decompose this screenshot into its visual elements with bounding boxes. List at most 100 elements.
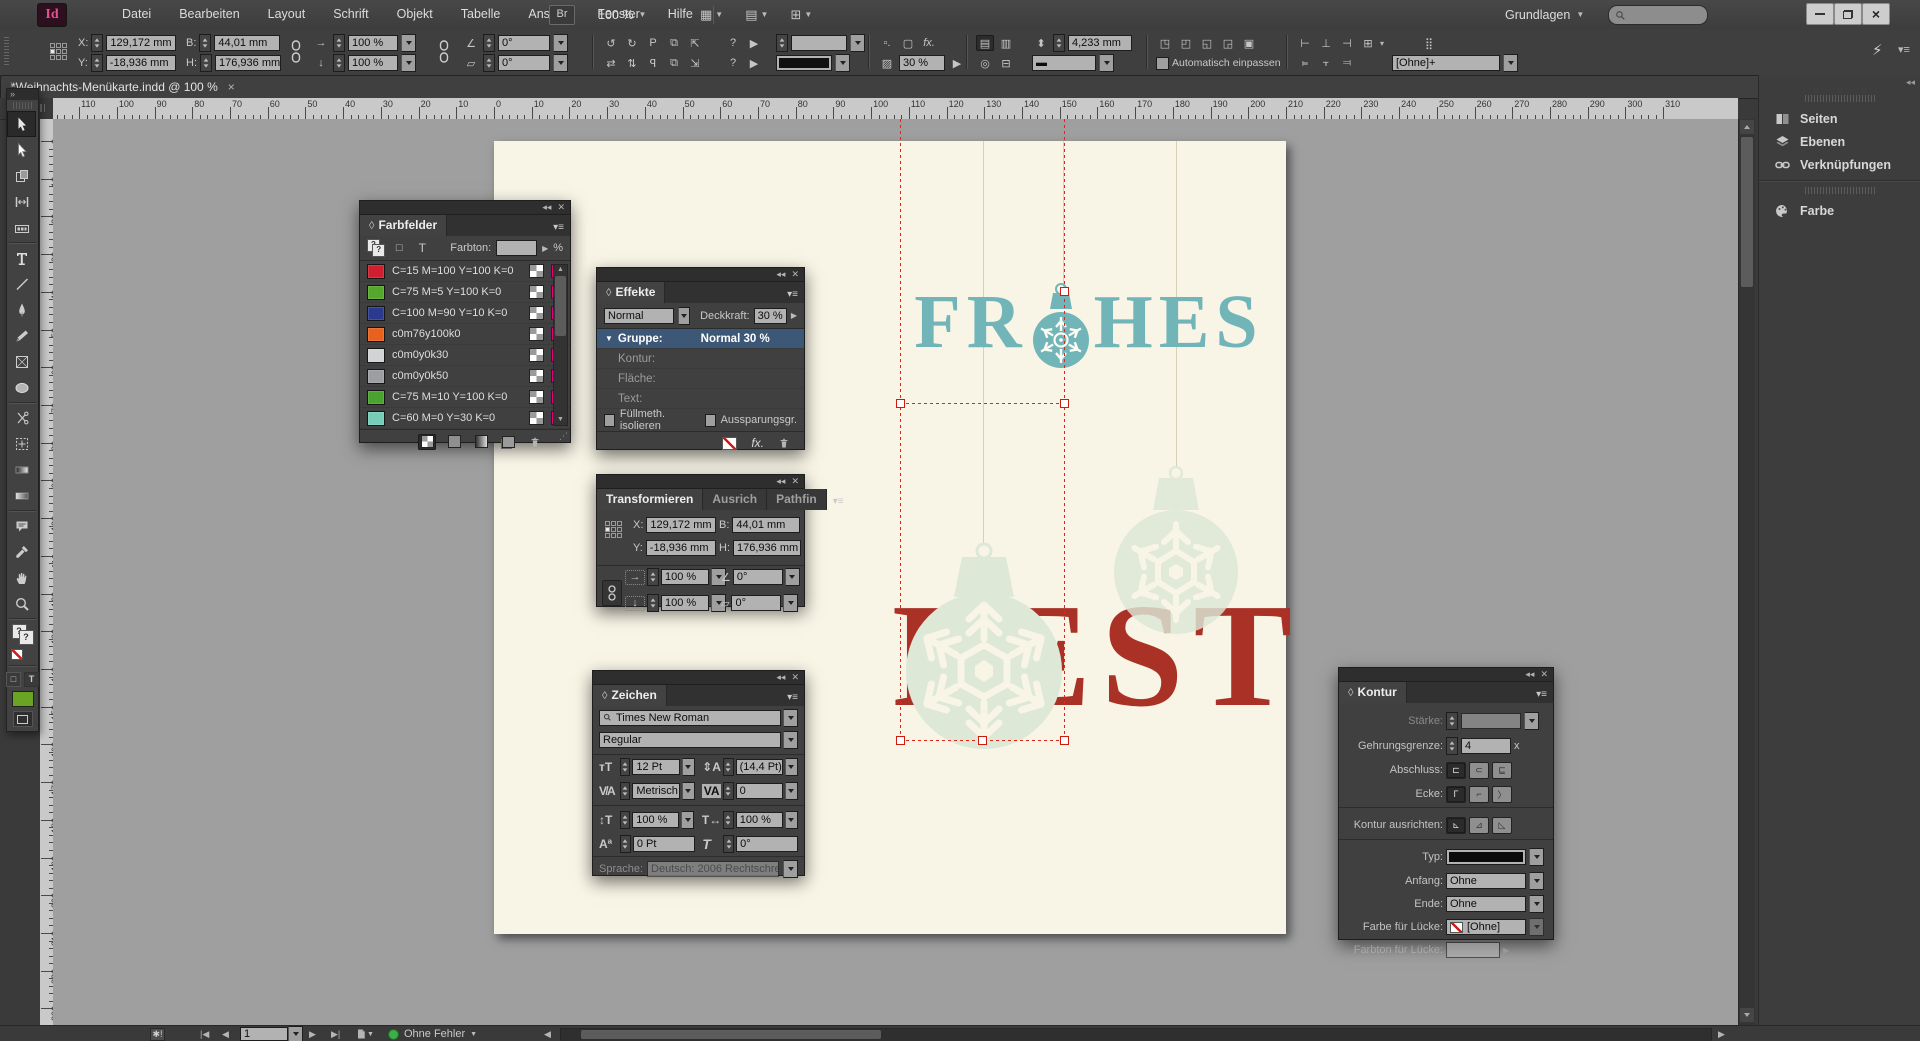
scale-x-spinner[interactable]	[333, 34, 345, 52]
affects-container-button[interactable]: □	[6, 672, 21, 687]
workspace-switcher[interactable]: Grundlagen ▼	[1505, 0, 1584, 29]
selection-handle[interactable]	[896, 736, 905, 745]
select-container-button[interactable]: P	[644, 35, 662, 51]
dock-item-verknüpfungen[interactable]: Verknüpfungen	[1759, 153, 1920, 176]
scroll-up-button[interactable]	[1740, 120, 1754, 134]
panel-menu-icon[interactable]: ▾≡	[1530, 686, 1553, 703]
selection-edge-middle[interactable]	[900, 403, 1064, 404]
next-page-button[interactable]: ▶	[305, 1026, 320, 1041]
gradient-feather-tool[interactable]	[7, 483, 36, 509]
effect-target-row[interactable]: ▼Gruppe:Normal 30 %	[597, 329, 804, 349]
type-tool[interactable]	[7, 245, 36, 271]
note-tool[interactable]	[7, 513, 36, 539]
scroll-down-icon[interactable]: ▼	[554, 415, 567, 425]
cap-round-button[interactable]: ⊂	[1469, 762, 1489, 779]
menu-datei[interactable]: Datei	[108, 0, 165, 29]
ornament-right[interactable]	[1101, 464, 1251, 644]
gap-tint-field[interactable]	[1446, 942, 1500, 958]
affects-text-button[interactable]: T	[24, 672, 39, 687]
headline-frohes[interactable]: FR HES	[892, 279, 1286, 384]
stroke-type-dropdown[interactable]	[776, 55, 832, 71]
page-tool[interactable]	[7, 163, 36, 189]
stroke-swatch[interactable]: ?	[19, 630, 34, 645]
effect-target-row[interactable]: Text:	[597, 389, 804, 409]
help-badge-1[interactable]: ?	[724, 35, 742, 51]
select-last-button[interactable]: ⇲	[686, 55, 704, 71]
hscale-spinner[interactable]	[723, 811, 734, 829]
tab-effekte[interactable]: ◊Effekte	[597, 282, 665, 303]
panel-menu-icon[interactable]: ▾≡	[827, 493, 850, 510]
swatch-row[interactable]: C=75 M=5 Y=100 K=0	[360, 282, 570, 303]
tab-farbfelder[interactable]: ◊Farbfelder	[360, 215, 447, 236]
fill-stroke-proxy-small[interactable]: ? ?	[367, 239, 385, 257]
width-field[interactable]: 44,01 mm	[214, 35, 280, 51]
swatch-row[interactable]: C=75 M=10 Y=100 K=0	[360, 387, 570, 408]
tab-pathfin[interactable]: Pathfin	[767, 489, 827, 510]
shear-field[interactable]: 0°	[498, 55, 550, 71]
kerning-field[interactable]: Metrisch	[632, 783, 679, 799]
tab-kontur[interactable]: ◊Kontur	[1339, 682, 1407, 703]
close-icon[interactable]: ✕	[1540, 669, 1548, 680]
link-scale-icon[interactable]	[438, 39, 450, 68]
align-button-2[interactable]: ⊥	[1317, 35, 1335, 51]
tint-icon[interactable]: ▨	[878, 55, 896, 71]
shear-icon[interactable]: ▱	[462, 55, 480, 71]
panel-menu-icon[interactable]: ▾≡	[781, 689, 804, 706]
shear-spinner[interactable]	[483, 54, 495, 72]
effects-fx-button[interactable]: fx.	[920, 35, 938, 51]
swatch-row[interactable]: C=15 M=100 Y=100 K=0	[360, 261, 570, 282]
stroke-weight-spinner[interactable]	[776, 34, 788, 52]
swatch-row[interactable]: c0m0y0k30	[360, 345, 570, 366]
minimize-button[interactable]	[1806, 3, 1834, 25]
frame-fitting-button-4[interactable]: ◲	[1219, 35, 1237, 51]
vertical-scrollbar[interactable]	[1738, 119, 1755, 1025]
gap-tint-slider[interactable]: ▶	[1503, 946, 1509, 955]
scale-y-icon[interactable]: ↓	[312, 55, 330, 71]
chevron-down-icon[interactable]	[783, 731, 798, 749]
font-style-field[interactable]: Regular	[599, 732, 781, 748]
rotation-icon[interactable]: ∠	[462, 35, 480, 51]
ellipse-tool[interactable]	[7, 375, 36, 401]
object-style-dropdown[interactable]: [Ohne]+	[1392, 55, 1500, 71]
y-field[interactable]: -18,936 mm	[106, 55, 176, 71]
skew-field[interactable]: 0°	[736, 836, 798, 852]
swatch-row[interactable]: C=60 M=0 Y=30 K=0	[360, 408, 570, 429]
swatch-scrollbar[interactable]: ▲▼	[553, 264, 568, 426]
content-collector-tool[interactable]	[7, 215, 36, 241]
swatch-row[interactable]: c0m76y100k0	[360, 324, 570, 345]
controlbar-grip[interactable]	[4, 37, 9, 67]
rotate-ccw-button[interactable]: ↺	[602, 35, 620, 51]
vscale-field[interactable]: 100 %	[632, 812, 679, 828]
cap-butt-button[interactable]: ⊏	[1446, 762, 1466, 779]
eyedropper-tool[interactable]	[7, 539, 36, 565]
scale-y-field[interactable]: 100 %	[661, 595, 709, 611]
font-family-field[interactable]: Times New Roman	[616, 711, 709, 725]
gap-spinner[interactable]	[1053, 34, 1065, 52]
align-more-button[interactable]: ⊞	[1359, 35, 1377, 51]
tools-panel-collapse[interactable]: »	[7, 89, 38, 100]
close-icon[interactable]: ✕	[791, 269, 799, 280]
hscroll-right-button[interactable]: ▶	[1714, 1026, 1729, 1041]
rotate-cw-button[interactable]: ↻	[623, 35, 641, 51]
scale-y-dropdown[interactable]	[401, 54, 416, 72]
view-options-button[interactable]: ▦▼	[700, 7, 723, 23]
arrange-documents-button[interactable]: ⊞▼	[790, 7, 812, 23]
frame-fitting-button-5[interactable]: ▣	[1240, 35, 1258, 51]
join-bevel-button[interactable]: 〉	[1492, 786, 1512, 803]
selection-edge-right[interactable]	[1064, 119, 1065, 740]
restore-button[interactable]	[1834, 3, 1862, 25]
help-badge-2[interactable]: ?	[724, 55, 742, 71]
apply-color-button[interactable]	[12, 691, 34, 707]
previous-page-button[interactable]: ◀	[218, 1026, 233, 1041]
width-spinner[interactable]	[199, 34, 211, 52]
rectangle-frame-tool[interactable]	[7, 349, 36, 375]
leading-dd[interactable]	[785, 758, 798, 776]
flyout-2[interactable]: ▶	[745, 55, 763, 71]
panel-titlebar[interactable]: ◂◂✕	[360, 201, 570, 215]
wrap-options-chevron[interactable]	[1099, 54, 1114, 72]
distribute-button-2[interactable]: ⫟	[1317, 55, 1335, 71]
start-dd[interactable]	[1529, 872, 1544, 890]
end-dd[interactable]	[1529, 895, 1544, 913]
hand-tool[interactable]	[7, 565, 36, 591]
scroll-down-button[interactable]	[1740, 1008, 1754, 1022]
